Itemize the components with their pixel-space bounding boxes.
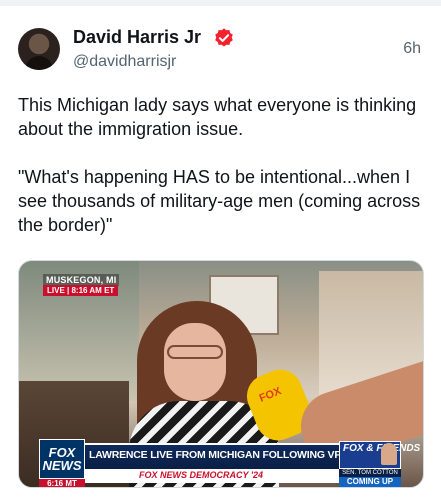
timestamp[interactable]: 6h — [403, 40, 421, 58]
tweet-text: This Michigan lady says what everyone is… — [18, 93, 428, 237]
guest-thumbnail — [381, 443, 397, 465]
author-handle[interactable]: @davidharrisjr — [73, 53, 176, 71]
ticker-text: FOX NEWS DEMOCRACY '24 — [139, 470, 263, 480]
live-tag: LIVE | 8:16 AM ET — [43, 285, 119, 296]
author-name[interactable]: David Harris Jr — [73, 27, 201, 48]
woman-face — [164, 323, 226, 401]
woman-glasses — [167, 345, 223, 359]
video-thumbnail[interactable]: FOX MUSKEGON, MI LIVE | 8:16 AM ET FOX N… — [18, 260, 424, 488]
avatar-shirt — [25, 56, 53, 70]
news-chyron: FOX NEWS 6:16 MT LAWRENCE LIVE FROM MICH… — [19, 439, 423, 487]
verified-badge-icon — [215, 28, 233, 47]
network-time: 6:16 MT — [39, 479, 85, 487]
coming-up-label: COMING UP — [339, 477, 401, 487]
tweet-paragraph-1: This Michigan lady says what everyone is… — [18, 95, 417, 139]
fox-news-logo: FOX NEWS — [39, 439, 85, 479]
avatar[interactable] — [18, 28, 60, 70]
tweet-paragraph-2: "What's happening HAS to be intentional.… — [18, 167, 421, 235]
top-divider — [0, 0, 441, 6]
guest-name: SEN. TOM COTTON — [339, 469, 401, 477]
